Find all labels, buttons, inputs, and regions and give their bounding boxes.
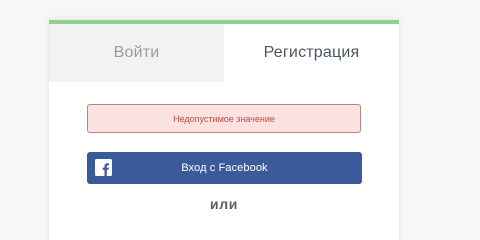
- facebook-login-button[interactable]: Вход с Facebook: [87, 152, 362, 184]
- tab-login[interactable]: Войти: [49, 24, 224, 82]
- error-alert: Недопустимое значение: [87, 104, 361, 133]
- auth-tabs: Войти Регистрация: [49, 24, 399, 82]
- or-divider-text: или: [210, 196, 238, 212]
- auth-card: Войти Регистрация Недопустимое значение …: [49, 20, 399, 240]
- error-message: Недопустимое значение: [173, 113, 275, 124]
- facebook-login-label: Вход с Facebook: [181, 162, 268, 174]
- facebook-icon: [95, 159, 112, 176]
- tab-register[interactable]: Регистрация: [224, 24, 399, 82]
